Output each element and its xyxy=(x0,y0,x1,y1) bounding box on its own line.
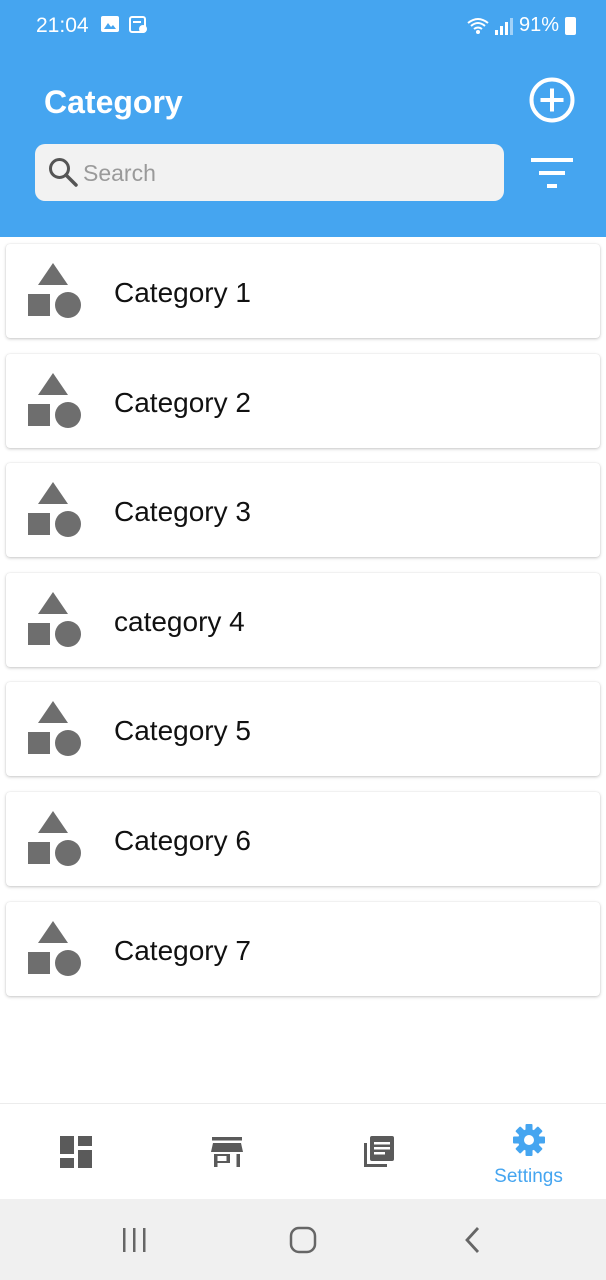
list-item[interactable]: Category 3 xyxy=(6,463,600,558)
system-nav-bar xyxy=(0,1199,606,1280)
shapes-icon xyxy=(28,591,81,647)
nav-item-store[interactable] xyxy=(151,1104,302,1200)
list-item[interactable]: category 4 xyxy=(6,572,600,667)
status-bar: 21:04 91% xyxy=(0,0,606,52)
list-item[interactable]: Category 7 xyxy=(6,901,600,996)
signal-icon xyxy=(494,17,513,35)
list-item[interactable]: Category 1 xyxy=(6,244,600,338)
settings-icon xyxy=(512,1124,545,1156)
list-item-label: Category 5 xyxy=(114,715,251,747)
page-title: Category xyxy=(44,84,183,120)
shapes-icon xyxy=(28,701,81,757)
store-icon xyxy=(210,1137,243,1167)
dashboard-icon xyxy=(59,1136,92,1168)
list-item-label: Category 3 xyxy=(114,496,251,528)
status-system-icons: 91% xyxy=(467,14,576,37)
list-item-label: category 4 xyxy=(114,605,245,637)
search-input[interactable] xyxy=(83,154,483,192)
recent-apps-icon[interactable] xyxy=(117,1223,151,1257)
home-icon[interactable] xyxy=(286,1223,320,1257)
battery-percent: 91% xyxy=(518,14,559,36)
list-item[interactable]: Category 2 xyxy=(6,353,600,448)
status-notification-icons xyxy=(100,14,148,34)
wifi-icon xyxy=(467,17,489,34)
filter-icon[interactable] xyxy=(530,156,574,190)
status-time: 21:04 xyxy=(36,14,89,37)
shapes-icon xyxy=(28,920,81,976)
add-circle-icon[interactable] xyxy=(528,76,576,124)
list-item-label: Category 6 xyxy=(114,824,251,856)
search-icon xyxy=(49,158,78,187)
image-icon xyxy=(101,16,119,32)
nav-item-dashboard[interactable] xyxy=(0,1104,151,1200)
shapes-icon xyxy=(28,482,81,538)
nav-item-library[interactable] xyxy=(302,1104,453,1200)
list-item-label: Category 1 xyxy=(114,277,251,308)
nav-item-settings[interactable]: Settings xyxy=(453,1104,604,1200)
category-list: Category 1 Category 2 Category 3 categor… xyxy=(6,244,600,1011)
search-box[interactable] xyxy=(35,144,504,201)
bottom-nav: Settings xyxy=(0,1103,606,1199)
shapes-icon xyxy=(28,810,81,866)
battery-icon xyxy=(565,16,576,35)
shapes-icon xyxy=(28,263,81,318)
calendar-icon xyxy=(129,16,147,33)
list-item[interactable]: Category 5 xyxy=(6,682,600,777)
list-item-label: Category 7 xyxy=(114,934,251,966)
list-item[interactable]: Category 6 xyxy=(6,791,600,886)
shapes-icon xyxy=(28,372,81,428)
nav-label-settings: Settings xyxy=(494,1166,563,1187)
back-icon[interactable] xyxy=(456,1223,490,1257)
list-item-label: Category 2 xyxy=(114,386,251,418)
library-books-icon xyxy=(363,1136,394,1167)
app-header: Category xyxy=(0,52,606,237)
